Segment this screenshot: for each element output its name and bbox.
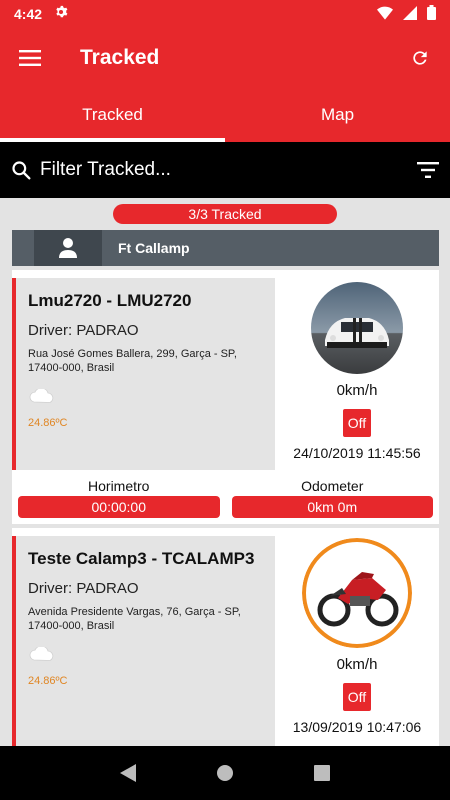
vehicle-card[interactable]: Lmu2720 - LMU2720 Driver: PADRAO Rua Jos…: [12, 270, 439, 524]
odometer-value: 0km 0m: [231, 496, 433, 518]
tracked-list[interactable]: 3/3 Tracked Ft Callamp Lmu2720 - LMU2720…: [0, 198, 450, 746]
horimetro-metric: Horimetro 00:00:00: [12, 478, 226, 518]
hamburger-menu-icon[interactable]: [0, 28, 60, 88]
app-bar: Tracked: [0, 28, 450, 88]
ignition-off-button[interactable]: Off: [343, 683, 371, 711]
vehicle-driver: Driver: PADRAO: [28, 580, 139, 597]
horimetro-label: Horimetro: [88, 478, 150, 494]
vehicle-speed: 0km/h: [336, 382, 378, 399]
refresh-icon[interactable]: [390, 28, 450, 88]
system-navigation-bar: [0, 746, 450, 800]
status-time: 4:42: [14, 6, 43, 22]
avatar: [34, 230, 102, 266]
tracked-count-badge: 3/3 Tracked: [113, 204, 337, 224]
home-icon[interactable]: [205, 753, 245, 793]
vehicle-address: Rua José Gomes Ballera, 299, Garça - SP,…: [28, 348, 237, 374]
vehicle-info: Lmu2720 - LMU2720 Driver: PADRAO Rua Jos…: [12, 278, 275, 470]
status-bar: 4:42: [0, 0, 450, 28]
ignition-off-button[interactable]: Off: [343, 409, 371, 437]
vehicle-address: Avenida Presidente Vargas, 76, Garça - S…: [28, 606, 241, 632]
tab-bar: Tracked Map: [0, 88, 450, 142]
horimetro-value: 00:00:00: [18, 496, 220, 518]
settings-notification-icon: [54, 5, 68, 23]
vehicle-info: Teste Calamp3 - TCALAMP3 Driver: PADRAO …: [12, 536, 275, 746]
filter-bar: Filter Tracked...: [0, 142, 450, 198]
odometer-label: Odometer: [301, 478, 364, 494]
cloud-icon: [28, 387, 263, 405]
vehicle-datetime: 13/09/2019 10:47:06: [292, 719, 422, 735]
app-root: 4:42 Tracked Tracked Map Filter Tracked.…: [0, 0, 450, 800]
cloud-icon: [28, 645, 263, 663]
search-icon: [2, 160, 40, 180]
vehicle-name: Teste Calamp3 - TCALAMP3: [28, 549, 255, 568]
vehicle-metrics: Horimetro 00:00:00 Odometer 0km 0m: [12, 478, 439, 518]
wifi-icon: [377, 6, 393, 23]
status-icons: [377, 5, 436, 23]
vehicle-photo: [302, 538, 412, 648]
vehicle-status: 0km/h Off 24/10/2019 11:45:56: [275, 282, 439, 461]
vehicle-driver: Driver: PADRAO: [28, 322, 139, 339]
tab-map[interactable]: Map: [225, 88, 450, 142]
vehicle-name: Lmu2720 - LMU2720: [28, 291, 192, 310]
tab-tracked[interactable]: Tracked: [0, 88, 225, 142]
person-icon: [59, 238, 77, 258]
group-header[interactable]: Ft Callamp: [12, 230, 439, 266]
filter-sort-icon[interactable]: [406, 162, 450, 178]
signal-icon: [403, 5, 417, 23]
odometer-metric: Odometer 0km 0m: [226, 478, 440, 518]
vehicle-card[interactable]: Teste Calamp3 - TCALAMP3 Driver: PADRAO …: [12, 528, 439, 746]
vehicle-datetime: 24/10/2019 11:45:56: [293, 445, 421, 461]
vehicle-status: 0km/h Off 13/09/2019 10:47:06: [275, 538, 439, 735]
group-name: Ft Callamp: [118, 240, 190, 256]
filter-input[interactable]: Filter Tracked...: [40, 159, 406, 181]
vehicle-temperature: 24.86ºC: [28, 675, 68, 687]
vehicle-speed: 0km/h: [336, 656, 378, 673]
back-icon[interactable]: [108, 753, 148, 793]
vehicle-temperature: 24.86ºC: [28, 417, 68, 429]
battery-icon: [427, 5, 436, 23]
page-title: Tracked: [80, 46, 160, 69]
recents-icon[interactable]: [302, 753, 342, 793]
vehicle-photo: [311, 282, 403, 374]
